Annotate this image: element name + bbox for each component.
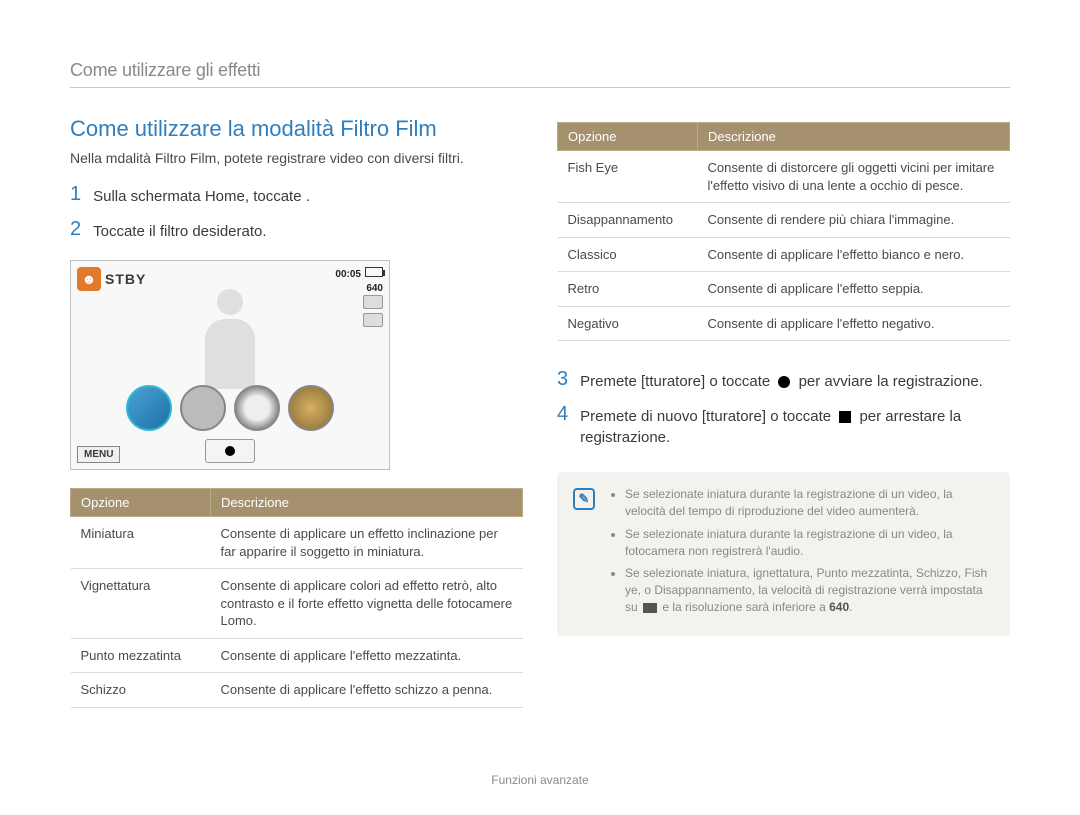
option-name: Miniatura	[71, 517, 211, 569]
table-header-description: Descrizione	[698, 123, 1010, 151]
note-list: Se selezionate iniatura durante la regis…	[609, 486, 994, 622]
option-desc: Consente di applicare l'effetto mezzatin…	[211, 638, 523, 673]
filter-thumbnails	[71, 385, 389, 431]
step-number: 2	[70, 219, 81, 239]
table-header-option: Opzione	[71, 489, 211, 517]
step-text: Premete di nuovo [tturatore] o toccate p…	[580, 404, 1010, 448]
table-header-description: Descrizione	[211, 489, 523, 517]
option-desc: Consente di rendere più chiara l'immagin…	[698, 203, 1010, 238]
option-name: Disappannamento	[558, 203, 698, 238]
filter-thumb-selected	[126, 385, 172, 431]
stop-square-icon	[839, 411, 851, 423]
option-name: Vignettatura	[71, 569, 211, 639]
option-name: Negativo	[558, 306, 698, 341]
steps-list-left: 1 Sulla schermata Home, toccate . 2 Tocc…	[70, 184, 523, 242]
option-desc: Consente di applicare l'effetto seppia.	[698, 272, 1010, 307]
table-row: Disappannamento Consente di rendere più …	[558, 203, 1010, 238]
left-column: Come utilizzare la modalità Filtro Film …	[70, 116, 523, 708]
step-number: 1	[70, 184, 81, 204]
step-1: 1 Sulla schermata Home, toccate .	[70, 184, 523, 207]
option-desc: Consente di applicare un effetto inclina…	[211, 517, 523, 569]
options-table-left: Opzione Descrizione Miniatura Consente d…	[70, 488, 523, 708]
table-row: Retro Consente di applicare l'effetto se…	[558, 272, 1010, 307]
table-row: Miniatura Consente di applicare un effet…	[71, 517, 523, 569]
option-name: Classico	[558, 237, 698, 272]
table-row: Schizzo Consente di applicare l'effetto …	[71, 673, 523, 708]
note-item: Se selezionate iniatura durante la regis…	[625, 526, 994, 560]
step-text: Toccate il filtro desiderato.	[93, 219, 266, 242]
filter-thumb	[288, 385, 334, 431]
resolution-label: 640	[335, 283, 383, 294]
face-icon: ☻	[77, 267, 101, 291]
step-number: 4	[557, 404, 568, 424]
elapsed-time: 00:05	[335, 269, 361, 280]
step-text: Sulla schermata Home, toccate .	[93, 184, 310, 207]
record-dot-icon	[778, 376, 790, 388]
battery-icon	[365, 267, 383, 277]
option-desc: Consente di applicare l'effetto bianco e…	[698, 237, 1010, 272]
info-icon: ✎	[573, 488, 595, 510]
step-number: 3	[557, 369, 568, 389]
table-row: Negativo Consente di applicare l'effetto…	[558, 306, 1010, 341]
intro-text: Nella mdalità Filtro Film, potete regist…	[70, 150, 523, 166]
side-icon	[363, 313, 383, 327]
resolution-icon	[643, 603, 657, 613]
content-columns: Come utilizzare la modalità Filtro Film …	[70, 116, 1010, 708]
filter-thumb	[234, 385, 280, 431]
table-row: Vignettatura Consente di applicare color…	[71, 569, 523, 639]
step-4: 4 Premete di nuovo [tturatore] o toccate…	[557, 404, 1010, 448]
options-table-right: Opzione Descrizione Fish Eye Consente di…	[557, 122, 1010, 341]
step-text: Premete [tturatore] o toccate per avviar…	[580, 369, 983, 392]
record-dot-icon	[225, 446, 235, 456]
filter-thumb	[180, 385, 226, 431]
side-icon	[363, 295, 383, 309]
page-header: Come utilizzare gli effetti	[70, 60, 1010, 88]
option-desc: Consente di distorcere gli oggetti vicin…	[698, 151, 1010, 203]
side-icons	[363, 295, 383, 327]
option-name: Punto mezzatinta	[71, 638, 211, 673]
table-header-option: Opzione	[558, 123, 698, 151]
camera-screen-illustration: ☻ STBY 00:05 640 MENU	[70, 260, 390, 470]
note-box: ✎ Se selezionate iniatura durante la reg…	[557, 472, 1010, 636]
menu-button: MENU	[77, 446, 120, 463]
table-row: Classico Consente di applicare l'effetto…	[558, 237, 1010, 272]
screen-top-right: 00:05 640	[335, 267, 383, 294]
option-name: Retro	[558, 272, 698, 307]
note-item: Se selezionate iniatura durante la regis…	[625, 486, 994, 520]
step-2: 2 Toccate il filtro desiderato.	[70, 219, 523, 242]
option-desc: Consente di applicare l'effetto schizzo …	[211, 673, 523, 708]
step-3: 3 Premete [tturatore] o toccate per avvi…	[557, 369, 1010, 392]
steps-list-right: 3 Premete [tturatore] o toccate per avvi…	[557, 369, 1010, 448]
record-button	[205, 439, 255, 463]
option-name: Schizzo	[71, 673, 211, 708]
page-title: Come utilizzare la modalità Filtro Film	[70, 116, 523, 142]
option-desc: Consente di applicare colori ad effetto …	[211, 569, 523, 639]
option-desc: Consente di applicare l'effetto negativo…	[698, 306, 1010, 341]
page-footer: Funzioni avanzate	[0, 773, 1080, 787]
table-row: Punto mezzatinta Consente di applicare l…	[71, 638, 523, 673]
option-name: Fish Eye	[558, 151, 698, 203]
right-column: Opzione Descrizione Fish Eye Consente di…	[557, 122, 1010, 708]
note-item: Se selezionate iniatura, ignettatura, Pu…	[625, 565, 994, 615]
table-row: Fish Eye Consente di distorcere gli ogge…	[558, 151, 1010, 203]
stby-label: STBY	[105, 271, 146, 287]
